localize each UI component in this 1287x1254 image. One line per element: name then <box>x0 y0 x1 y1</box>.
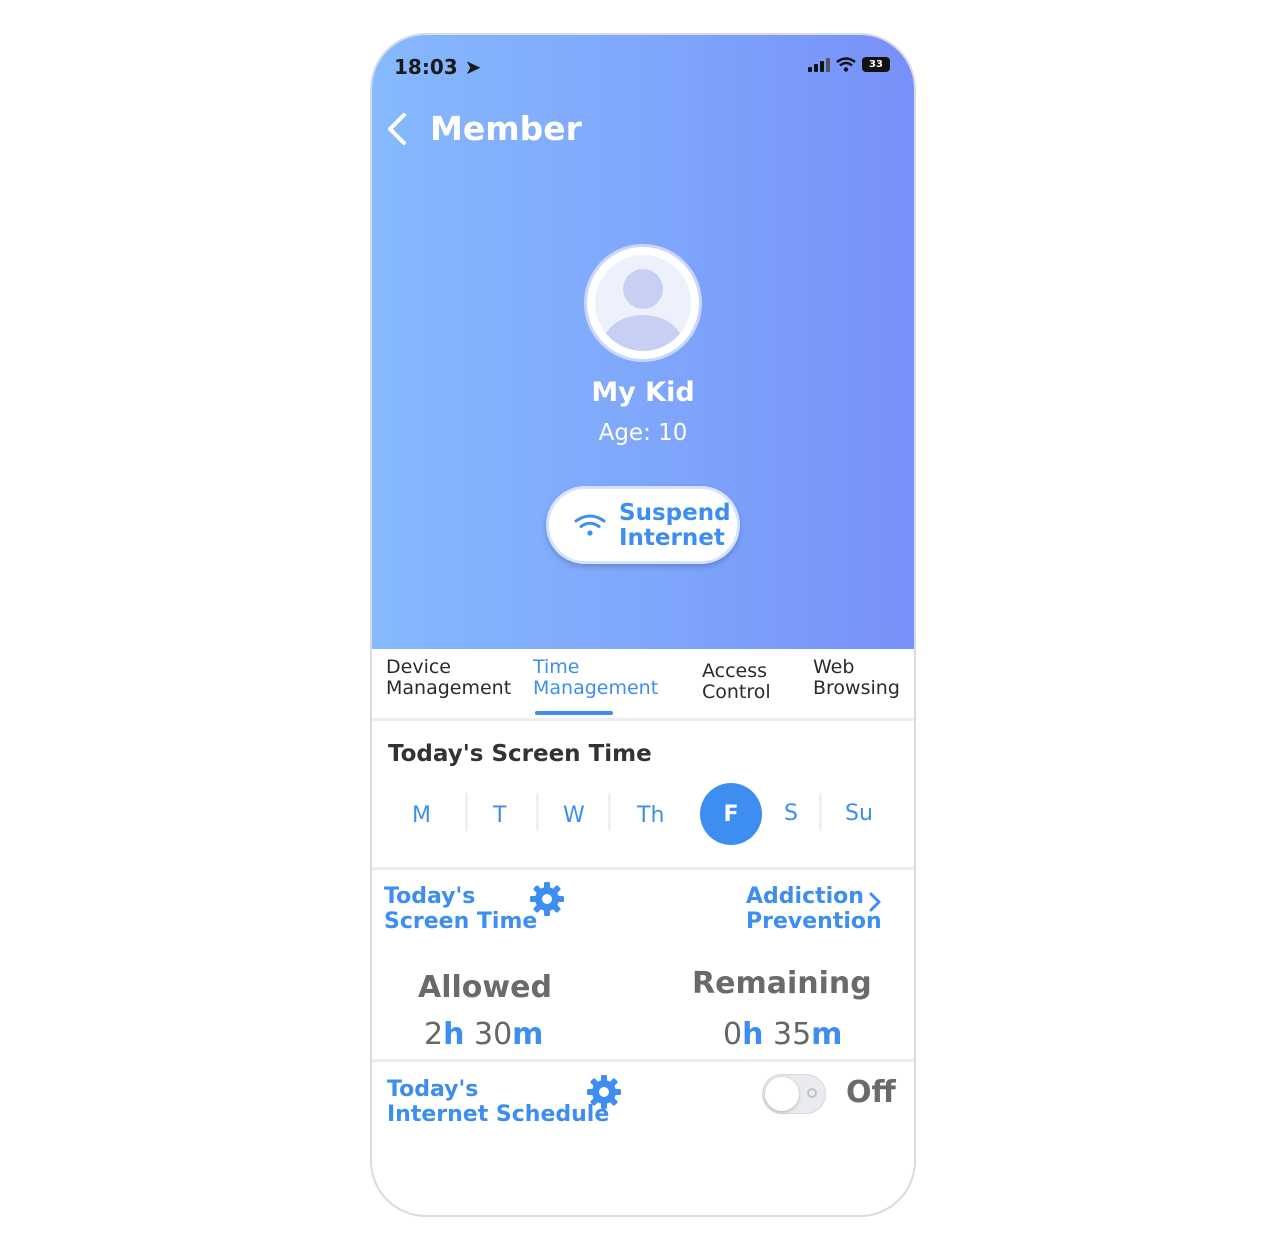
toggle-off-icon <box>807 1088 817 1098</box>
day-sunday[interactable]: Su <box>845 801 873 826</box>
phone-frame: 18:03 ➤ 33 Member My Kid Age: 10 Suspend… <box>370 33 916 1217</box>
day-thursday[interactable]: Th <box>637 803 664 828</box>
screen-time-title: Today's Screen Time <box>388 741 652 767</box>
tab-bar: Device Management Time Management Access Co… <box>372 649 914 721</box>
clock-text: 18:03 <box>394 55 458 79</box>
day-monday[interactable]: M <box>412 803 431 828</box>
battery-icon: 33 <box>862 57 890 72</box>
suspend-label: Suspend Internet <box>619 500 731 551</box>
wifi-status-icon <box>836 57 856 72</box>
active-tab-indicator <box>535 711 613 715</box>
toggle-knob <box>765 1077 799 1111</box>
internet-schedule-toggle[interactable] <box>762 1074 826 1114</box>
divider <box>372 1059 914 1062</box>
avatar-placeholder-icon <box>595 255 691 351</box>
gear-icon[interactable] <box>529 881 565 917</box>
internet-schedule-link[interactable]: Today's Internet Schedule <box>387 1077 609 1127</box>
day-tuesday[interactable]: T <box>493 803 506 828</box>
member-name: My Kid <box>591 377 695 408</box>
profile-header: 18:03 ➤ 33 Member My Kid Age: 10 Suspend… <box>372 35 914 649</box>
allowed-label: Allowed <box>418 970 552 1005</box>
wifi-icon <box>574 514 606 536</box>
status-time: 18:03 ➤ <box>394 55 481 79</box>
status-icons: 33 <box>808 57 890 72</box>
gear-icon[interactable] <box>586 1074 622 1110</box>
tab-access-control[interactable]: Access Control <box>702 661 771 703</box>
day-friday-selected[interactable]: F <box>700 783 762 845</box>
tab-time-management[interactable]: Time Management <box>533 657 658 699</box>
page-title: Member <box>430 109 582 148</box>
divider <box>372 867 914 870</box>
remaining-label: Remaining <box>692 966 872 1001</box>
member-age: Age: 10 <box>598 420 688 446</box>
tab-web-browsing[interactable]: Web Browsing <box>813 657 900 699</box>
back-arrow-icon[interactable] <box>382 111 412 147</box>
location-arrow-icon: ➤ <box>464 55 482 79</box>
addiction-prevention-link[interactable]: Addiction Prevention <box>746 884 882 934</box>
tab-device-management[interactable]: Device Management <box>386 657 511 699</box>
todays-screen-time-link[interactable]: Today's Screen Time <box>384 884 537 934</box>
chevron-right-icon[interactable] <box>868 891 882 913</box>
day-saturday[interactable]: S <box>784 801 798 826</box>
suspend-internet-button[interactable]: Suspend Internet <box>546 486 740 564</box>
avatar[interactable] <box>584 244 702 362</box>
day-wednesday[interactable]: W <box>563 803 585 828</box>
allowed-value: 2h 30m <box>424 1017 544 1052</box>
signal-icon <box>808 57 830 72</box>
remaining-value: 0h 35m <box>723 1017 843 1052</box>
toggle-state-label: Off <box>846 1075 896 1110</box>
